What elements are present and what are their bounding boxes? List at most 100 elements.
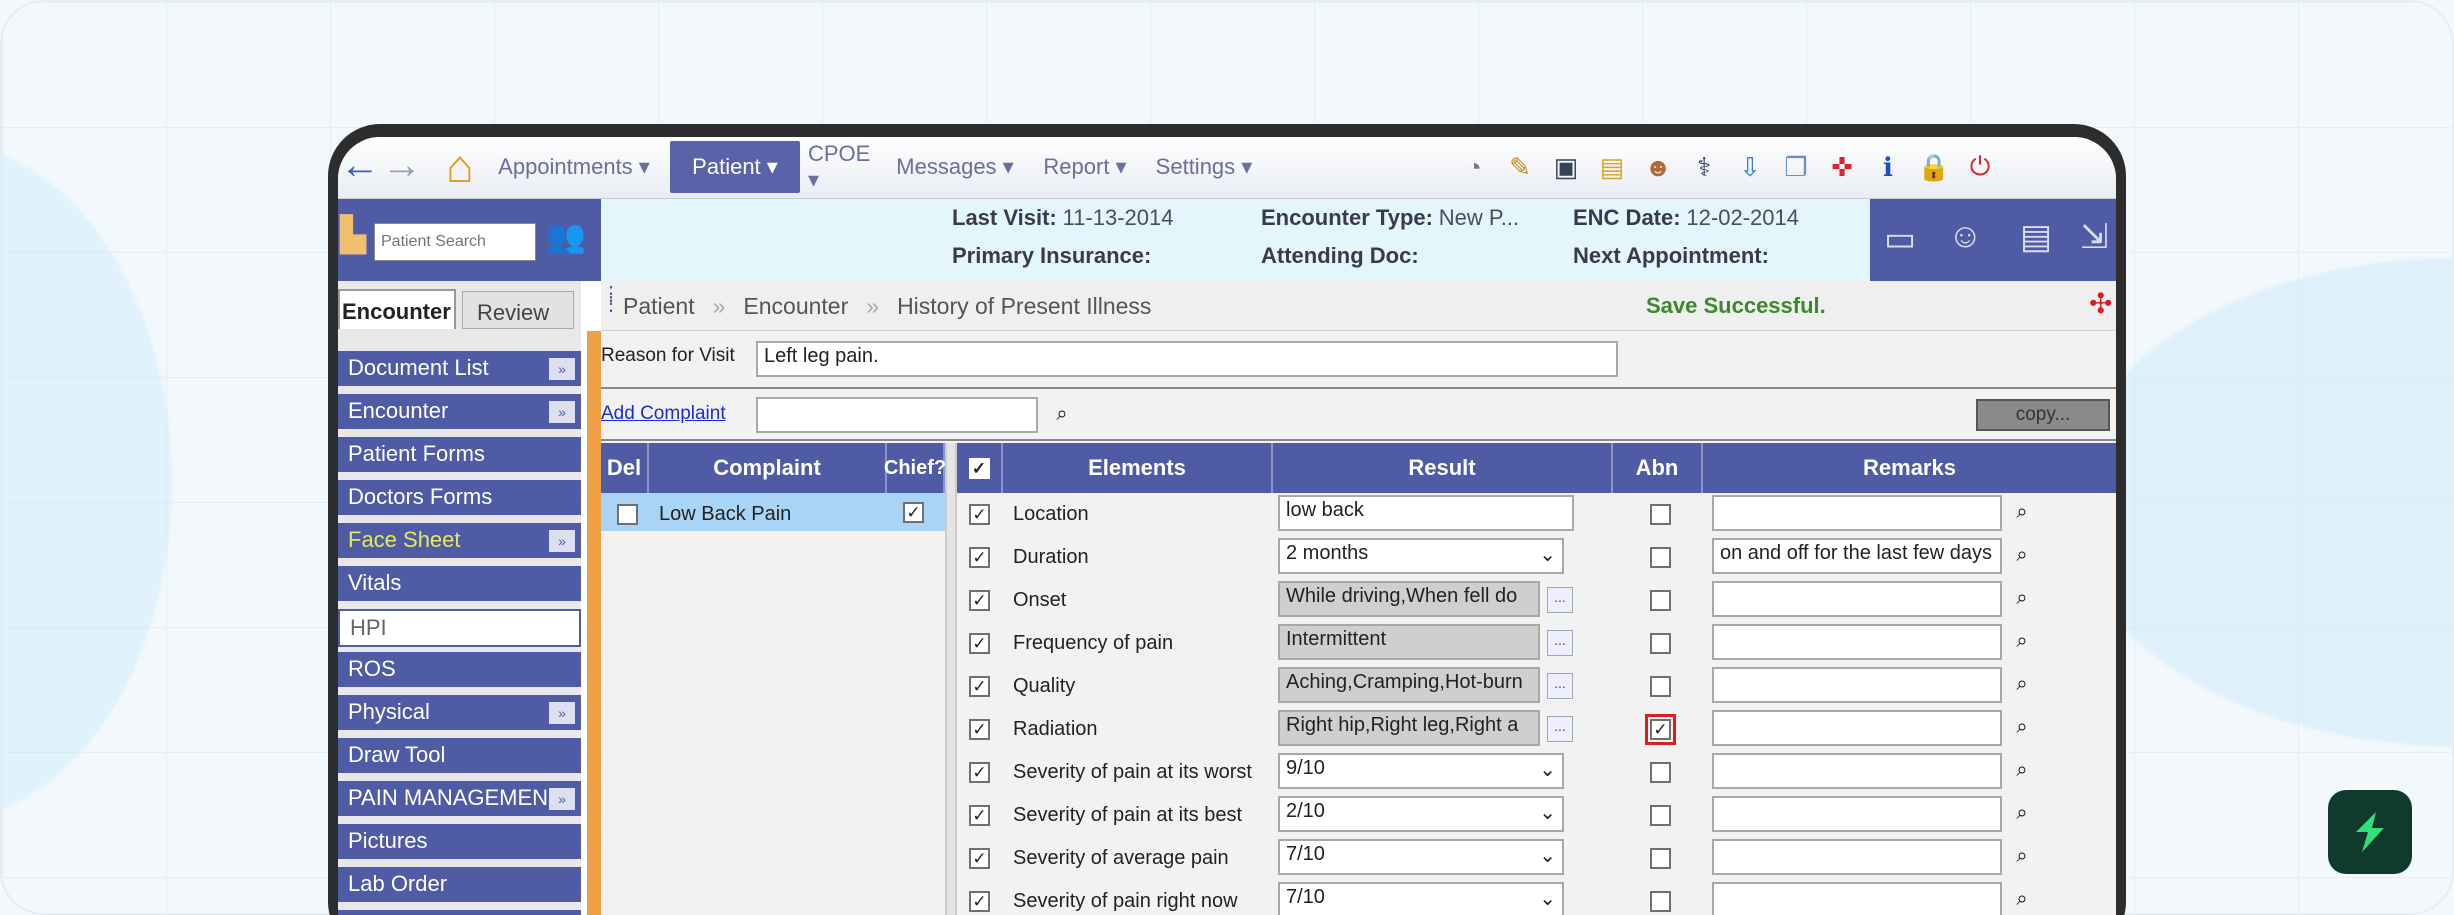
element-checkbox[interactable]: ✓	[969, 676, 990, 697]
abn-checkbox[interactable]	[1650, 891, 1671, 912]
abn-checkbox[interactable]: ✓	[1645, 714, 1676, 745]
search-binoculars-icon[interactable]: ⌕	[2009, 499, 2035, 525]
search-binoculars-icon[interactable]: ⌕	[2009, 585, 2035, 611]
sidebar-item-physical[interactable]: Physical »	[338, 695, 581, 733]
users-icon[interactable]: 👥	[546, 217, 586, 255]
expand-icon[interactable]: ✣	[2089, 287, 2112, 320]
remarks-input[interactable]	[1712, 882, 2002, 915]
search-binoculars-icon[interactable]: ⌕	[2009, 800, 2035, 826]
more-options-icon[interactable]: ...	[1547, 716, 1573, 742]
search-binoculars-icon[interactable]: ⌕	[2009, 628, 2035, 654]
element-checkbox[interactable]: ✓	[969, 633, 990, 654]
menu-appointments[interactable]: Appointments ▾	[486, 141, 662, 193]
reason-for-visit-input[interactable]: Left leg pain.	[756, 341, 1618, 377]
breadcrumb-patient[interactable]: Patient	[623, 293, 695, 320]
menu-cpoe[interactable]: CPOE ▾	[808, 141, 880, 193]
keyboard-icon[interactable]: ▭	[1884, 219, 1916, 259]
calendar-icon[interactable]: ▤	[1594, 149, 1630, 185]
abn-checkbox[interactable]	[1650, 633, 1671, 654]
remarks-input[interactable]	[1712, 581, 2002, 617]
element-checkbox[interactable]: ✓	[969, 719, 990, 740]
abn-checkbox[interactable]	[1650, 805, 1671, 826]
element-result-multi[interactable]: Intermittent	[1278, 624, 1540, 660]
search-binoculars-icon[interactable]: ⌕	[2009, 542, 2035, 568]
sidebar-item-lab-result[interactable]: Lab Result»	[338, 910, 581, 915]
document-user-icon[interactable]: ▤	[2020, 217, 2052, 257]
tab-review[interactable]: Review	[462, 291, 574, 329]
element-checkbox[interactable]: ✓	[969, 547, 990, 568]
user-settings-icon[interactable]: ☺	[1948, 217, 1983, 256]
element-checkbox[interactable]: ✓	[969, 590, 990, 611]
element-result-multi[interactable]: While driving,When fell do	[1278, 581, 1540, 617]
user-icon[interactable]: ☻	[1640, 149, 1676, 185]
sidebar-item-document-list[interactable]: Document List »	[338, 351, 581, 389]
remarks-input[interactable]	[1712, 839, 2002, 875]
back-arrow-icon[interactable]: ←	[340, 143, 380, 188]
remarks-input[interactable]	[1712, 753, 2002, 789]
sidebar-item-draw-tool[interactable]: Draw Tool	[338, 738, 581, 776]
remarks-input[interactable]	[1712, 710, 2002, 746]
more-options-icon[interactable]: ...	[1547, 673, 1573, 699]
menu-settings[interactable]: Settings ▾	[1148, 141, 1260, 193]
dashboard-icon[interactable]: ◔	[1456, 149, 1492, 185]
search-binoculars-icon[interactable]: ⌕	[2009, 714, 2035, 740]
sidebar-item-face-sheet[interactable]: Face Sheet »	[338, 523, 581, 561]
search-binoculars-icon[interactable]: ⌕	[2009, 757, 2035, 783]
abn-checkbox[interactable]	[1650, 547, 1671, 568]
search-binoculars-icon[interactable]: ⌕	[2009, 886, 2035, 912]
element-result-select[interactable]: 2 months ⌄	[1278, 538, 1564, 574]
element-result-select[interactable]: 7/10 ⌄	[1278, 882, 1564, 915]
export-icon[interactable]: ⇲	[2080, 217, 2109, 257]
search-binoculars-icon[interactable]: ⌕	[2009, 843, 2035, 869]
lock-icon[interactable]: 🔒	[1916, 149, 1952, 185]
element-result-select[interactable]: 9/10 ⌄	[1278, 753, 1564, 789]
documents-icon[interactable]: ❐	[1778, 149, 1814, 185]
sidebar-item-encounter[interactable]: Encounter »	[338, 394, 581, 432]
remarks-input[interactable]: on and off for the last few days	[1712, 538, 2002, 574]
download-icon[interactable]: ⇩	[1732, 149, 1768, 185]
element-result-multi[interactable]: Aching,Cramping,Hot-burn	[1278, 667, 1540, 703]
element-result-select[interactable]: 2/10 ⌄	[1278, 796, 1564, 832]
select-all-checkbox[interactable]: ✓	[968, 457, 990, 479]
edit-icon[interactable]: ✎	[1502, 149, 1538, 185]
more-options-icon[interactable]: ...	[1547, 587, 1573, 613]
sidebar-item-lab-order[interactable]: Lab Order	[338, 867, 581, 905]
info-icon[interactable]: ℹ	[1870, 149, 1906, 185]
expand-arrow-icon[interactable]: »	[549, 702, 575, 724]
abn-checkbox[interactable]	[1650, 590, 1671, 611]
stethoscope-icon[interactable]: ⚕	[1686, 149, 1722, 185]
element-result-select[interactable]: 7/10 ⌄	[1278, 839, 1564, 875]
breadcrumb-handle-icon[interactable]: ⋮ ⋮	[601, 284, 621, 314]
abn-checkbox[interactable]	[1650, 762, 1671, 783]
expand-arrow-icon[interactable]: »	[549, 401, 575, 423]
power-icon[interactable]: ⏻	[1962, 149, 1998, 185]
copy-button[interactable]: copy...	[1976, 399, 2110, 431]
tab-encounter[interactable]: Encounter	[338, 289, 456, 329]
element-checkbox[interactable]: ✓	[969, 805, 990, 826]
complaint-chief-checkbox[interactable]: ✓	[903, 502, 924, 523]
forward-arrow-icon[interactable]: →	[382, 143, 422, 188]
menu-messages[interactable]: Messages ▾	[888, 141, 1022, 193]
element-result-text[interactable]: low back	[1278, 495, 1574, 531]
menu-report[interactable]: Report ▾	[1030, 141, 1140, 193]
abn-checkbox[interactable]	[1650, 676, 1671, 697]
element-checkbox[interactable]: ✓	[969, 762, 990, 783]
remarks-input[interactable]	[1712, 495, 2002, 531]
add-complaint-link[interactable]: Add Complaint	[601, 403, 726, 425]
patient-search-input[interactable]	[374, 223, 536, 261]
home-icon[interactable]: ⌂	[446, 139, 474, 193]
sidebar-item-vitals[interactable]: Vitals	[338, 566, 581, 604]
element-checkbox[interactable]: ✓	[969, 891, 990, 912]
sidebar-splitter[interactable]	[587, 331, 601, 915]
lifebuoy-icon[interactable]: ✜	[1824, 149, 1860, 185]
sidebar-item-pain-managemen[interactable]: PAIN MANAGEMEN»	[338, 781, 581, 819]
menu-patient[interactable]: Patient ▾	[670, 141, 800, 193]
expand-arrow-icon[interactable]: »	[549, 788, 575, 810]
sidebar-item-hpi[interactable]: HPI	[338, 609, 581, 647]
more-options-icon[interactable]: ...	[1547, 630, 1573, 656]
monitor-icon[interactable]: ▣	[1548, 149, 1584, 185]
remarks-input[interactable]	[1712, 667, 2002, 703]
breadcrumb-encounter[interactable]: Encounter	[743, 293, 848, 320]
element-checkbox[interactable]: ✓	[969, 504, 990, 525]
abn-checkbox[interactable]	[1650, 504, 1671, 525]
